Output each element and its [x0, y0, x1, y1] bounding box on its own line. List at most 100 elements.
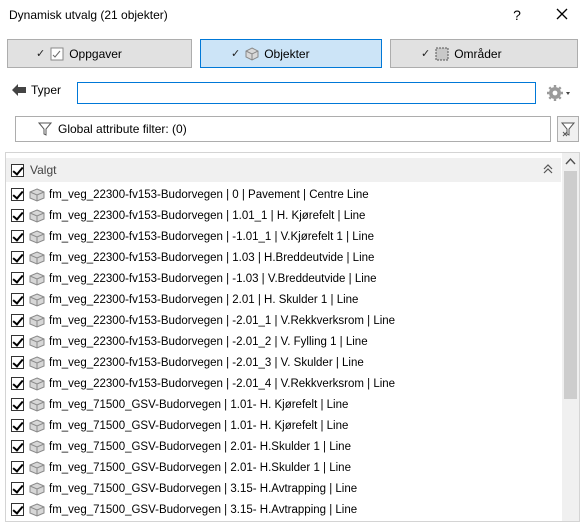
list-item-label: fm_veg_22300-fv153-Budorvegen | -2.01_4 … [49, 377, 396, 390]
list-item-label: fm_veg_22300-fv153-Budorvegen | -2.01_3 … [49, 356, 364, 369]
gear-icon [547, 85, 570, 101]
tab-oppgaver[interactable]: ✓ Oppgaver [7, 39, 192, 68]
item-checkbox[interactable] [11, 230, 24, 243]
window-title: Dynamisk utvalg (21 objekter) [9, 8, 168, 22]
scrollbar-thumb[interactable] [564, 171, 577, 399]
object-cube-icon [29, 250, 45, 265]
item-checkbox[interactable] [11, 482, 24, 495]
object-cube-icon [29, 355, 45, 370]
search-input[interactable] [77, 82, 536, 104]
list-item-label: fm_veg_22300-fv153-Budorvegen | 1.01_1 |… [49, 209, 366, 222]
item-checkbox[interactable] [11, 503, 24, 516]
tab-omrader[interactable]: ✓ Områder [390, 39, 578, 68]
list-item[interactable]: fm_veg_22300-fv153-Budorvegen | -2.01_3 … [6, 352, 561, 373]
title-bar: Dynamisk utvalg (21 objekter) ? [0, 0, 587, 30]
object-cube-icon [29, 397, 45, 412]
list-item-label: fm_veg_22300-fv153-Budorvegen | 2.01 | H… [49, 293, 359, 306]
list-item[interactable]: fm_veg_22300-fv153-Budorvegen | -2.01_4 … [6, 373, 561, 394]
list-item-label: fm_veg_22300-fv153-Budorvegen | -2.01_2 … [49, 335, 368, 348]
list-item[interactable]: fm_veg_22300-fv153-Budorvegen | -2.01_2 … [6, 331, 561, 352]
item-checkbox[interactable] [11, 461, 24, 474]
funnel-icon [38, 122, 52, 136]
object-cube-icon [29, 481, 45, 496]
group-header-valgt[interactable]: Valgt [6, 158, 561, 182]
checkmark-icon: ✓ [421, 48, 431, 60]
checkmark-icon: ✓ [36, 48, 46, 60]
list-item-label: fm_veg_22300-fv153-Budorvegen | -1.01_1 … [49, 230, 374, 243]
tab-objekter-label: Objekter [264, 46, 310, 61]
item-checkbox[interactable] [11, 209, 24, 222]
close-button[interactable] [550, 4, 574, 26]
list-item[interactable]: fm_veg_22300-fv153-Budorvegen | -1.03 | … [6, 268, 561, 289]
list-item-label: fm_veg_22300-fv153-Budorvegen | -2.01_1 … [49, 314, 396, 327]
list-item[interactable]: fm_veg_71500_GSV-Budorvegen | 1.01- H. K… [6, 394, 561, 415]
object-cube-icon [29, 313, 45, 328]
list-item[interactable]: fm_veg_22300-fv153-Budorvegen | 2.01 | H… [6, 289, 561, 310]
mode-tabs: ✓ Oppgaver ✓ Objekter ✓ Områder [0, 30, 587, 74]
tab-omrader-label: Områder [454, 46, 502, 61]
arrow-left-icon [12, 84, 26, 96]
list-item[interactable]: fm_veg_71500_GSV-Budorvegen | 2.01- H.Sk… [6, 457, 561, 478]
object-cube-icon [29, 292, 45, 307]
vertical-scrollbar[interactable] [562, 153, 579, 521]
list-item-label: fm_veg_22300-fv153-Budorvegen | -1.03 | … [49, 272, 377, 285]
task-icon [50, 47, 64, 60]
list-item[interactable]: fm_veg_71500_GSV-Budorvegen | 1.01- H. K… [6, 415, 561, 436]
object-cube-icon [29, 271, 45, 286]
item-checkbox[interactable] [11, 293, 24, 306]
global-attribute-filter-label: Global attribute filter: (0) [58, 122, 187, 136]
list-item[interactable]: fm_veg_22300-fv153-Budorvegen | 1.01_1 |… [6, 205, 561, 226]
object-cube-icon [29, 229, 45, 244]
list-item[interactable]: fm_veg_71500_GSV-Budorvegen | 3.15- H.Av… [6, 478, 561, 499]
group-header-label: Valgt [30, 163, 57, 177]
list-item[interactable]: fm_veg_22300-fv153-Budorvegen | -2.01_1 … [6, 310, 561, 331]
item-checkbox[interactable] [11, 314, 24, 327]
item-checkbox[interactable] [11, 356, 24, 369]
group-checkbox[interactable] [11, 163, 24, 177]
list-item-label: fm_veg_22300-fv153-Budorvegen | 1.03 | H… [49, 251, 375, 264]
item-checkbox[interactable] [11, 419, 24, 432]
tab-oppgaver-label: Oppgaver [69, 46, 122, 61]
close-icon [556, 8, 568, 20]
object-list: Valgt fm_veg_22300-fv153-Budorvegen | 0 … [5, 152, 580, 522]
object-cube-icon [29, 334, 45, 349]
help-button[interactable]: ? [507, 5, 527, 25]
global-attribute-filter[interactable]: Global attribute filter: (0) [15, 116, 551, 142]
object-rows: fm_veg_22300-fv153-Budorvegen | 0 | Pave… [6, 184, 561, 520]
item-checkbox[interactable] [11, 251, 24, 264]
list-item[interactable]: fm_veg_71500_GSV-Budorvegen | 3.15- H.Av… [6, 499, 561, 520]
back-to-types-button[interactable]: Typer [11, 83, 61, 97]
list-item[interactable]: fm_veg_22300-fv153-Budorvegen | -1.01_1 … [6, 226, 561, 247]
list-item-label: fm_veg_71500_GSV-Budorvegen | 1.01- H. K… [49, 398, 349, 411]
back-to-types-label: Typer [31, 83, 62, 97]
checkmark-icon: ✓ [231, 48, 241, 60]
list-item-label: fm_veg_71500_GSV-Budorvegen | 3.15- H.Av… [49, 482, 358, 495]
area-icon [435, 47, 449, 60]
list-item[interactable]: fm_veg_22300-fv153-Budorvegen | 0 | Pave… [6, 184, 561, 205]
item-checkbox[interactable] [11, 377, 24, 390]
item-checkbox[interactable] [11, 188, 24, 201]
types-row: Typer [0, 80, 587, 106]
clear-filter-icon [560, 122, 576, 137]
item-checkbox[interactable] [11, 335, 24, 348]
object-cube-icon [29, 187, 45, 202]
collapse-chevron-icon[interactable] [541, 162, 555, 176]
item-checkbox[interactable] [11, 440, 24, 453]
list-item-label: fm_veg_71500_GSV-Budorvegen | 2.01- H.Sk… [49, 461, 351, 474]
object-cube-icon [29, 460, 45, 475]
object-cube-icon [245, 46, 259, 61]
tab-objekter[interactable]: ✓ Objekter [200, 39, 382, 68]
list-item[interactable]: fm_veg_71500_GSV-Budorvegen | 2.01- H.Sk… [6, 436, 561, 457]
clear-filter-button[interactable] [557, 116, 579, 142]
scroll-up-icon[interactable] [562, 153, 579, 170]
list-item-label: fm_veg_22300-fv153-Budorvegen | 0 | Pave… [49, 188, 369, 201]
item-checkbox[interactable] [11, 272, 24, 285]
list-item-label: fm_veg_71500_GSV-Budorvegen | 1.01- H. K… [49, 419, 349, 432]
list-item[interactable]: fm_veg_22300-fv153-Budorvegen | 1.03 | H… [6, 247, 561, 268]
object-cube-icon [29, 376, 45, 391]
object-cube-icon [29, 418, 45, 433]
object-cube-icon [29, 502, 45, 517]
item-checkbox[interactable] [11, 398, 24, 411]
settings-button[interactable] [545, 82, 573, 104]
list-item-label: fm_veg_71500_GSV-Budorvegen | 2.01- H.Sk… [49, 440, 351, 453]
